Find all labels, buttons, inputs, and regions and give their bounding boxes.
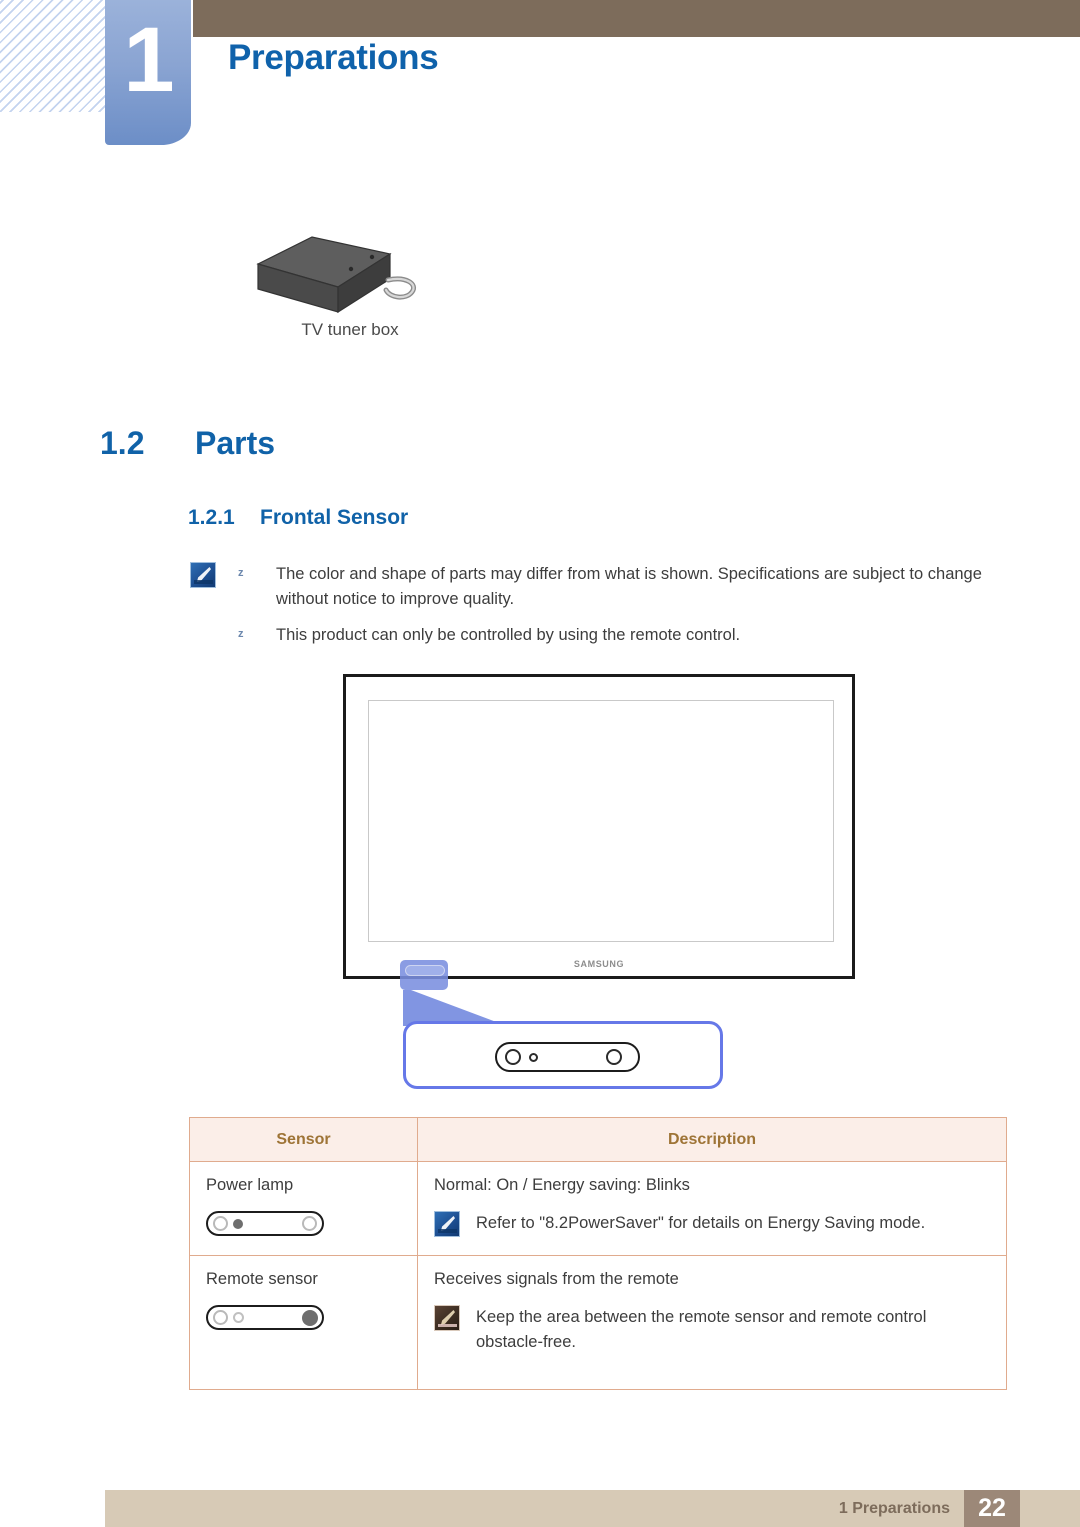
power-lamp-strip-icon bbox=[206, 1211, 324, 1236]
sensor-ring-left bbox=[213, 1310, 228, 1325]
table-row: Remote sensor Receives signals from the … bbox=[189, 1255, 1007, 1390]
lamp-ring-right bbox=[302, 1216, 317, 1231]
frontal-sensor-highlight bbox=[400, 960, 448, 990]
cell-description-remote: Receives signals from the remote Keep th… bbox=[417, 1255, 1007, 1390]
note-block: Refer to "8.2PowerSaver" for details on … bbox=[434, 1211, 990, 1237]
sensor-name: Remote sensor bbox=[206, 1270, 318, 1288]
monitor-screen bbox=[368, 700, 834, 942]
remote-sensor-strip-icon bbox=[206, 1305, 324, 1330]
lamp-ring-left bbox=[213, 1216, 228, 1231]
frontal-sensor-closeup bbox=[403, 1021, 723, 1089]
monitor-bezel: SAMSUNG bbox=[343, 674, 855, 990]
sensor-circle-large-right bbox=[606, 1049, 622, 1065]
sensor-strip-icon bbox=[495, 1042, 640, 1072]
table-header-row: Sensor Description bbox=[189, 1117, 1007, 1162]
monitor-illustration: SAMSUNG bbox=[343, 674, 855, 990]
section-number: 1.2 bbox=[100, 425, 145, 461]
sensor-name: Power lamp bbox=[206, 1176, 294, 1194]
subsection-heading: 1.2.1 Frontal Sensor bbox=[188, 506, 408, 530]
description-text: Normal: On / Energy saving: Blinks bbox=[434, 1176, 690, 1194]
section-title: Parts bbox=[195, 425, 276, 461]
header-stripe-pattern bbox=[0, 0, 110, 112]
note-text: Keep the area between the remote sensor … bbox=[476, 1308, 927, 1351]
note-text: Refer to "8.2PowerSaver" for details on … bbox=[476, 1214, 926, 1232]
note-text: This product can only be controlled by u… bbox=[276, 626, 741, 644]
footer-chapter-label: 1 Preparations bbox=[838, 1500, 950, 1517]
section-heading: 1.2 Parts bbox=[100, 425, 275, 462]
note-bullet-list: z The color and shape of parts may diffe… bbox=[238, 562, 1010, 659]
cell-sensor-power-lamp: Power lamp bbox=[189, 1161, 418, 1256]
note-pen-icon bbox=[190, 562, 216, 588]
bullet-marker: z bbox=[238, 628, 244, 640]
note-pen-icon bbox=[434, 1211, 460, 1237]
sensor-circle-small bbox=[529, 1053, 538, 1062]
sensor-description-table: Sensor Description Power lamp Normal: On… bbox=[189, 1117, 1007, 1390]
chapter-title: Preparations bbox=[228, 38, 439, 77]
cell-description-power-lamp: Normal: On / Energy saving: Blinks Refer… bbox=[417, 1161, 1007, 1256]
subsection-title: Frontal Sensor bbox=[260, 506, 409, 529]
note-pencil-icon bbox=[434, 1305, 460, 1331]
table-row: Power lamp Normal: On / Energy saving: B… bbox=[189, 1161, 1007, 1256]
sensor-dot-filled-right bbox=[302, 1310, 318, 1326]
column-header-sensor: Sensor bbox=[189, 1117, 418, 1162]
page-number: 22 bbox=[964, 1490, 1020, 1527]
note-block: Keep the area between the remote sensor … bbox=[434, 1305, 990, 1355]
chapter-number: 1 bbox=[123, 9, 174, 111]
subsection-number: 1.2.1 bbox=[188, 506, 235, 529]
tv-tuner-box-icon bbox=[250, 232, 450, 322]
note-text: The color and shape of parts may differ … bbox=[276, 565, 982, 608]
description-text: Receives signals from the remote bbox=[434, 1270, 679, 1288]
sensor-dot-hollow bbox=[233, 1312, 244, 1323]
note-block: z The color and shape of parts may diffe… bbox=[190, 562, 1010, 659]
column-header-description: Description bbox=[417, 1117, 1007, 1162]
list-item: z This product can only be controlled by… bbox=[238, 623, 1010, 648]
tv-tuner-box-caption: TV tuner box bbox=[301, 320, 399, 339]
chapter-number-tab: 1 bbox=[105, 0, 191, 145]
list-item: z The color and shape of parts may diffe… bbox=[238, 562, 1010, 612]
bullet-marker: z bbox=[238, 567, 244, 579]
lamp-dot-filled bbox=[233, 1219, 243, 1229]
sensor-circle-large-left bbox=[505, 1049, 521, 1065]
cell-sensor-remote: Remote sensor bbox=[189, 1255, 418, 1390]
header-brown-bar bbox=[193, 0, 1080, 37]
